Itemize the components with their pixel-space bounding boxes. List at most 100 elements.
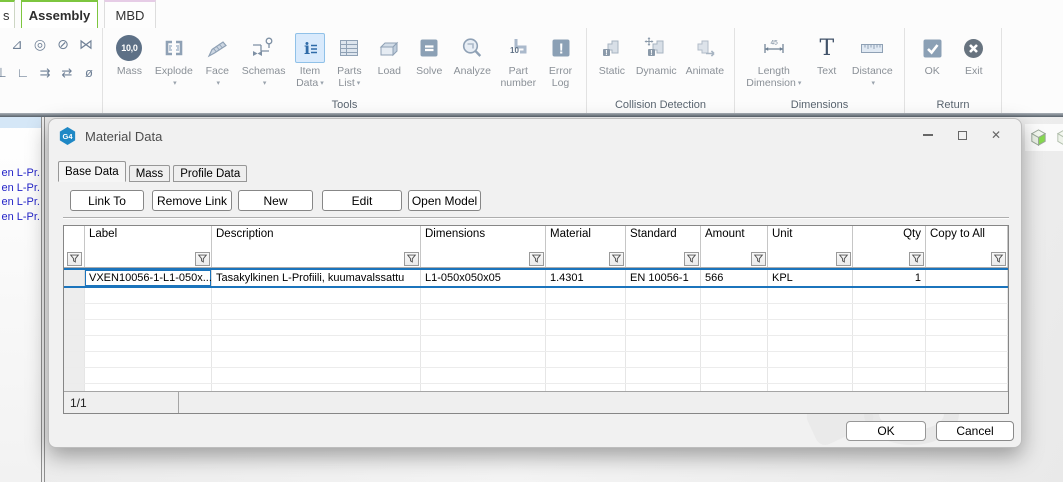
- cell-label[interactable]: VXEN10056-1-L1-050x...: [85, 270, 212, 286]
- tree-item[interactable]: en L-Pr.: [0, 181, 40, 196]
- ribbon-button-static[interactable]: !Static: [596, 33, 628, 78]
- column-header-unit[interactable]: Unit: [768, 226, 853, 250]
- ok-icon: [917, 33, 948, 63]
- filter-button[interactable]: [404, 252, 419, 266]
- filter-button[interactable]: [836, 252, 851, 266]
- filter-button[interactable]: [609, 252, 624, 266]
- maximize-button[interactable]: [945, 124, 979, 146]
- filter-cell: [926, 250, 1008, 267]
- cancel-button[interactable]: Cancel: [936, 421, 1014, 441]
- dialog-tabs: Base DataMassProfile Data: [58, 161, 250, 182]
- ribbon-button-label: Exit: [965, 66, 983, 78]
- svg-text:T: T: [819, 36, 834, 61]
- constraint-icon[interactable]: ◎: [33, 36, 47, 53]
- ribbon-button-explode[interactable]: Explode▾: [154, 33, 194, 89]
- cell-material[interactable]: 1.4301: [546, 270, 626, 286]
- ribbon-button-dynamic[interactable]: !Dynamic: [635, 33, 678, 78]
- ribbon-tab-assembly[interactable]: Assembly: [21, 0, 98, 28]
- ribbon-button-text[interactable]: TText: [811, 33, 843, 78]
- new-button[interactable]: New: [238, 190, 313, 211]
- ribbon-button-parts-list[interactable]: PartsList▾: [333, 33, 365, 89]
- ribbon-button-length-dimension[interactable]: 45LengthDimension▾: [745, 33, 802, 89]
- material-table: LabelDescriptionDimensionsMaterialStanda…: [63, 225, 1009, 414]
- ribbon-button-error-log[interactable]: !ErrorLog: [545, 33, 577, 89]
- filter-button[interactable]: [195, 252, 210, 266]
- column-header-label[interactable]: Label: [85, 226, 212, 250]
- ribbon-button-animate[interactable]: Animate: [685, 33, 726, 78]
- mass-icon: 10,0: [113, 33, 145, 63]
- column-header-qty[interactable]: Qty: [853, 226, 926, 250]
- cell-qty[interactable]: 1: [853, 270, 926, 286]
- tree-item[interactable]: en L-Pr.: [0, 166, 40, 181]
- cell-unit[interactable]: KPL: [768, 270, 853, 286]
- column-header-copy-to-all[interactable]: Copy to All: [926, 226, 1008, 250]
- cell-standard[interactable]: EN 10056-1: [626, 270, 701, 286]
- column-header-material[interactable]: Material: [546, 226, 626, 250]
- ribbon-button-face[interactable]: Face▾: [201, 33, 233, 89]
- minimize-button[interactable]: [911, 124, 945, 146]
- edit-button[interactable]: Edit: [322, 190, 402, 211]
- empty-cell: [546, 384, 626, 391]
- empty-cell: [768, 368, 853, 383]
- ribbon-button-part-number[interactable]: 10Partnumber: [499, 33, 537, 89]
- empty-cell: [626, 288, 701, 303]
- dialog-tab-profile-data[interactable]: Profile Data: [173, 165, 247, 182]
- filter-cell: [85, 250, 212, 267]
- table-row[interactable]: VXEN10056-1-L1-050x...Tasakylkinen L-Pro…: [64, 268, 1008, 288]
- dialog-title-bar[interactable]: G4 Material Data ✕: [49, 119, 1021, 153]
- dialog-tab-base-data[interactable]: Base Data: [58, 161, 126, 182]
- link-to-button[interactable]: Link To: [70, 190, 144, 211]
- ribbon-button-mass[interactable]: 10,0Mass: [112, 33, 146, 78]
- cell-copy-to-all[interactable]: [926, 270, 1008, 286]
- constraint-icon[interactable]: ⋈: [79, 36, 93, 53]
- constraint-icon[interactable]: ø: [82, 65, 96, 81]
- ok-button[interactable]: OK: [846, 421, 926, 441]
- column-header-standard[interactable]: Standard: [626, 226, 701, 250]
- constraint-icon[interactable]: ⊿: [10, 36, 24, 53]
- column-header-dimensions[interactable]: Dimensions: [421, 226, 546, 250]
- empty-cell: [626, 336, 701, 351]
- tree-item[interactable]: en L-Pr.: [0, 195, 40, 210]
- column-header-amount[interactable]: Amount: [701, 226, 768, 250]
- constraint-icon[interactable]: ⊥: [0, 65, 8, 81]
- filter-button[interactable]: [684, 252, 699, 266]
- ribbon-button-analyze[interactable]: Analyze: [453, 33, 492, 78]
- constraint-icon[interactable]: ⇄: [60, 65, 74, 81]
- empty-cell: [546, 352, 626, 367]
- ribbon-button-solve[interactable]: Solve: [413, 33, 445, 78]
- ribbon-tab-partial[interactable]: s: [0, 0, 15, 28]
- constraint-icon[interactable]: ⊘: [56, 36, 70, 53]
- cube-icon[interactable]: [1054, 127, 1063, 148]
- filter-button[interactable]: [909, 252, 924, 266]
- cube-green-icon[interactable]: [1028, 127, 1049, 148]
- cell-amount[interactable]: 566: [701, 270, 768, 286]
- column-header-description[interactable]: Description: [212, 226, 421, 250]
- cell-description[interactable]: Tasakylkinen L-Profiili, kuumavalssattu: [212, 270, 421, 286]
- ribbon-button-distance[interactable]: Distance▾: [851, 33, 894, 89]
- filter-button[interactable]: [67, 252, 82, 266]
- ribbon-button-load[interactable]: Load: [373, 33, 406, 78]
- filter-button[interactable]: [529, 252, 544, 266]
- open-model-button[interactable]: Open Model: [408, 190, 481, 211]
- empty-row: [64, 384, 1008, 391]
- sidebar-splitter[interactable]: [41, 117, 45, 482]
- constraint-icon[interactable]: ∟: [16, 65, 30, 81]
- filter-button[interactable]: [751, 252, 766, 266]
- ribbon-button-item-data[interactable]: iItemData▾: [294, 33, 326, 89]
- ribbon-tab-mbd[interactable]: MBD: [104, 0, 156, 28]
- dialog-tab-mass[interactable]: Mass: [129, 165, 170, 182]
- ribbon-button-ok[interactable]: OK: [916, 33, 949, 78]
- filter-button[interactable]: [991, 252, 1006, 266]
- tree-item[interactable]: en L-Pr.: [0, 210, 40, 225]
- close-button[interactable]: ✕: [979, 124, 1013, 146]
- empty-cell: [85, 368, 212, 383]
- ribbon-button-schemas[interactable]: Schemas▾: [241, 33, 287, 89]
- empty-cell: [85, 304, 212, 319]
- constraint-icon[interactable]: ⇉: [38, 65, 52, 81]
- svg-text:!: !: [558, 41, 563, 58]
- cell-dimensions[interactable]: L1-050x050x05: [421, 270, 546, 286]
- empty-cell: [853, 336, 926, 351]
- empty-cell: [421, 352, 546, 367]
- remove-link-button[interactable]: Remove Link: [152, 190, 232, 211]
- ribbon-button-exit[interactable]: Exit: [957, 33, 990, 78]
